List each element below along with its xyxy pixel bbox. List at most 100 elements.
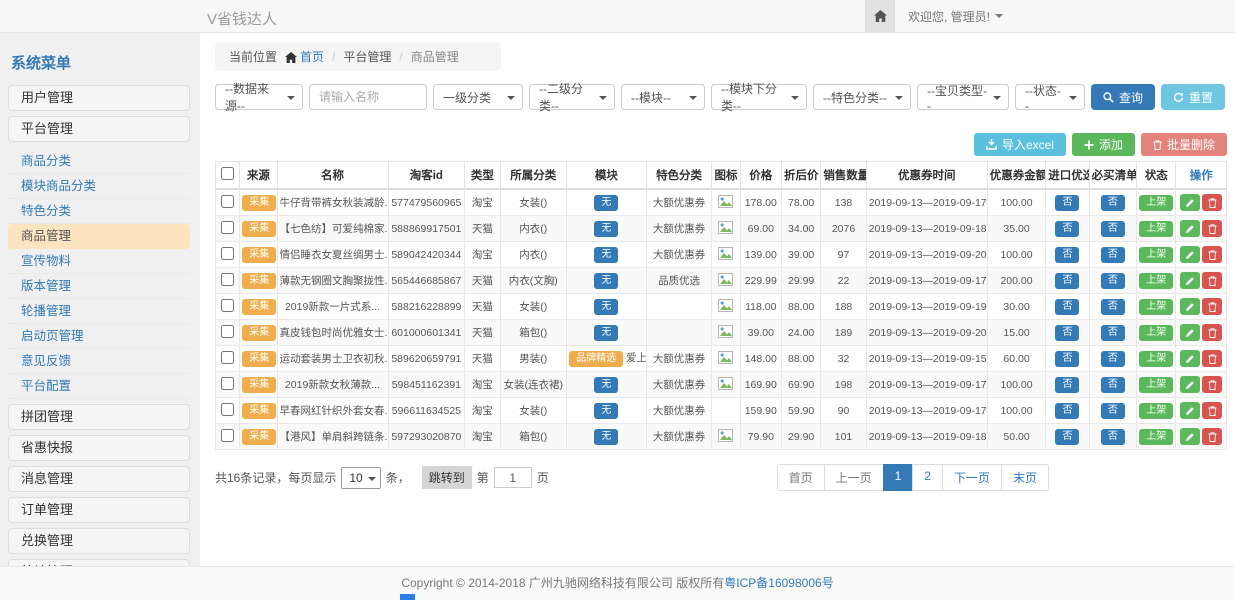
status-badge[interactable]: 上架 bbox=[1139, 429, 1173, 445]
must-buy-badge[interactable]: 否 bbox=[1101, 273, 1125, 289]
reset-button[interactable]: 重置 bbox=[1161, 84, 1225, 110]
filter-level1-category[interactable]: 一级分类 bbox=[433, 84, 523, 110]
edit-button[interactable] bbox=[1180, 350, 1200, 367]
must-buy-badge[interactable]: 否 bbox=[1101, 377, 1125, 393]
edit-button[interactable] bbox=[1180, 324, 1200, 341]
page-last[interactable]: 末页 bbox=[1001, 464, 1049, 491]
jump-page-input[interactable] bbox=[494, 467, 532, 488]
sidebar-item-group-buy-mgmt[interactable]: 拼团管理 bbox=[8, 404, 190, 430]
import-select-badge[interactable]: 否 bbox=[1055, 377, 1079, 393]
sidebar-item-order-mgmt[interactable]: 订单管理 bbox=[8, 497, 190, 523]
page-first[interactable]: 首页 bbox=[777, 464, 825, 491]
import-select-badge[interactable]: 否 bbox=[1055, 429, 1079, 445]
filter-level2-category[interactable]: --二级分类-- bbox=[529, 84, 615, 110]
delete-button[interactable] bbox=[1202, 246, 1222, 263]
sidebar-item-platform-config[interactable]: 平台配置 bbox=[8, 374, 190, 399]
delete-button[interactable] bbox=[1202, 194, 1222, 211]
status-badge[interactable]: 上架 bbox=[1139, 403, 1173, 419]
filter-item-type[interactable]: --宝贝类型-- bbox=[917, 84, 1009, 110]
import-select-badge[interactable]: 否 bbox=[1055, 299, 1079, 315]
delete-button[interactable] bbox=[1202, 428, 1222, 445]
must-buy-badge[interactable]: 否 bbox=[1101, 195, 1125, 211]
per-page-select[interactable]: 10 bbox=[341, 467, 380, 489]
add-button[interactable]: 添加 bbox=[1072, 133, 1135, 156]
jump-button[interactable]: 跳转到 bbox=[422, 466, 472, 489]
row-checkbox[interactable] bbox=[221, 351, 234, 364]
import-select-badge[interactable]: 否 bbox=[1055, 247, 1079, 263]
edit-button[interactable] bbox=[1180, 194, 1200, 211]
must-buy-badge[interactable]: 否 bbox=[1101, 221, 1125, 237]
delete-button[interactable] bbox=[1202, 272, 1222, 289]
row-checkbox[interactable] bbox=[221, 403, 234, 416]
import-select-badge[interactable]: 否 bbox=[1055, 273, 1079, 289]
status-badge[interactable]: 上架 bbox=[1139, 351, 1173, 367]
row-checkbox[interactable] bbox=[221, 429, 234, 442]
edit-button[interactable] bbox=[1180, 246, 1200, 263]
must-buy-badge[interactable]: 否 bbox=[1101, 325, 1125, 341]
filter-name-input[interactable] bbox=[309, 84, 427, 110]
sidebar-item-product-mgmt[interactable]: 商品管理 bbox=[8, 224, 190, 249]
status-badge[interactable]: 上架 bbox=[1139, 325, 1173, 341]
row-checkbox[interactable] bbox=[221, 299, 234, 312]
sidebar-item-product-category[interactable]: 商品分类 bbox=[8, 149, 190, 174]
row-checkbox[interactable] bbox=[221, 377, 234, 390]
must-buy-badge[interactable]: 否 bbox=[1101, 429, 1125, 445]
filter-data-source[interactable]: --数据来源-- bbox=[215, 84, 303, 110]
status-badge[interactable]: 上架 bbox=[1139, 273, 1173, 289]
import-select-badge[interactable]: 否 bbox=[1055, 221, 1079, 237]
filter-module-subcategory[interactable]: --模块下分类-- bbox=[711, 84, 807, 110]
delete-button[interactable] bbox=[1202, 220, 1222, 237]
sidebar-item-version-mgmt[interactable]: 版本管理 bbox=[8, 274, 190, 299]
search-button[interactable]: 查询 bbox=[1091, 84, 1155, 110]
edit-button[interactable] bbox=[1180, 376, 1200, 393]
status-badge[interactable]: 上架 bbox=[1139, 195, 1173, 211]
edit-button[interactable] bbox=[1180, 428, 1200, 445]
must-buy-badge[interactable]: 否 bbox=[1101, 247, 1125, 263]
page-2[interactable]: 2 bbox=[912, 464, 943, 491]
delete-button[interactable] bbox=[1202, 350, 1222, 367]
edit-button[interactable] bbox=[1180, 220, 1200, 237]
page-1[interactable]: 1 bbox=[883, 464, 914, 491]
status-badge[interactable]: 上架 bbox=[1139, 247, 1173, 263]
edit-button[interactable] bbox=[1180, 402, 1200, 419]
sidebar-item-promo-material[interactable]: 宣传物料 bbox=[8, 249, 190, 274]
filter-feature-category[interactable]: --特色分类-- bbox=[813, 84, 911, 110]
status-badge[interactable]: 上架 bbox=[1139, 377, 1173, 393]
sidebar-item-module-product-category[interactable]: 模块商品分类 bbox=[8, 174, 190, 199]
filter-status[interactable]: --状态-- bbox=[1015, 84, 1085, 110]
import-excel-button[interactable]: 导入excel bbox=[974, 133, 1066, 156]
row-checkbox[interactable] bbox=[221, 221, 234, 234]
import-select-badge[interactable]: 否 bbox=[1055, 325, 1079, 341]
sidebar-item-savings-news[interactable]: 省惠快报 bbox=[8, 435, 190, 461]
sidebar-item-splash-mgmt[interactable]: 启动页管理 bbox=[8, 324, 190, 349]
page-next[interactable]: 下一页 bbox=[942, 464, 1002, 491]
user-menu[interactable]: 欢迎您, 管理员! bbox=[908, 8, 1003, 25]
status-badge[interactable]: 上架 bbox=[1139, 299, 1173, 315]
sidebar-item-feature-category[interactable]: 特色分类 bbox=[8, 199, 190, 224]
must-buy-badge[interactable]: 否 bbox=[1101, 299, 1125, 315]
edit-button[interactable] bbox=[1180, 298, 1200, 315]
delete-button[interactable] bbox=[1202, 376, 1222, 393]
sidebar-item-platform-mgmt[interactable]: 平台管理 bbox=[8, 116, 190, 142]
import-select-badge[interactable]: 否 bbox=[1055, 403, 1079, 419]
must-buy-badge[interactable]: 否 bbox=[1101, 351, 1125, 367]
edit-button[interactable] bbox=[1180, 272, 1200, 289]
row-checkbox[interactable] bbox=[221, 273, 234, 286]
icp-link[interactable]: 粤ICP备16098006号 bbox=[724, 576, 833, 590]
delete-button[interactable] bbox=[1202, 324, 1222, 341]
status-badge[interactable]: 上架 bbox=[1139, 221, 1173, 237]
sidebar-item-carousel-mgmt[interactable]: 轮播管理 bbox=[8, 299, 190, 324]
select-all-checkbox[interactable] bbox=[221, 167, 234, 180]
sidebar-item-stats-mgmt[interactable]: 统计管理 bbox=[8, 559, 190, 566]
home-button[interactable] bbox=[865, 0, 895, 32]
batch-delete-button[interactable]: 批量删除 bbox=[1141, 133, 1227, 156]
row-checkbox[interactable] bbox=[221, 195, 234, 208]
import-select-badge[interactable]: 否 bbox=[1055, 195, 1079, 211]
sidebar-item-message-mgmt[interactable]: 消息管理 bbox=[8, 466, 190, 492]
breadcrumb-home-link[interactable]: 首页 bbox=[300, 50, 324, 64]
delete-button[interactable] bbox=[1202, 402, 1222, 419]
row-checkbox[interactable] bbox=[221, 247, 234, 260]
page-prev[interactable]: 上一页 bbox=[824, 464, 884, 491]
must-buy-badge[interactable]: 否 bbox=[1101, 403, 1125, 419]
import-select-badge[interactable]: 否 bbox=[1055, 351, 1079, 367]
